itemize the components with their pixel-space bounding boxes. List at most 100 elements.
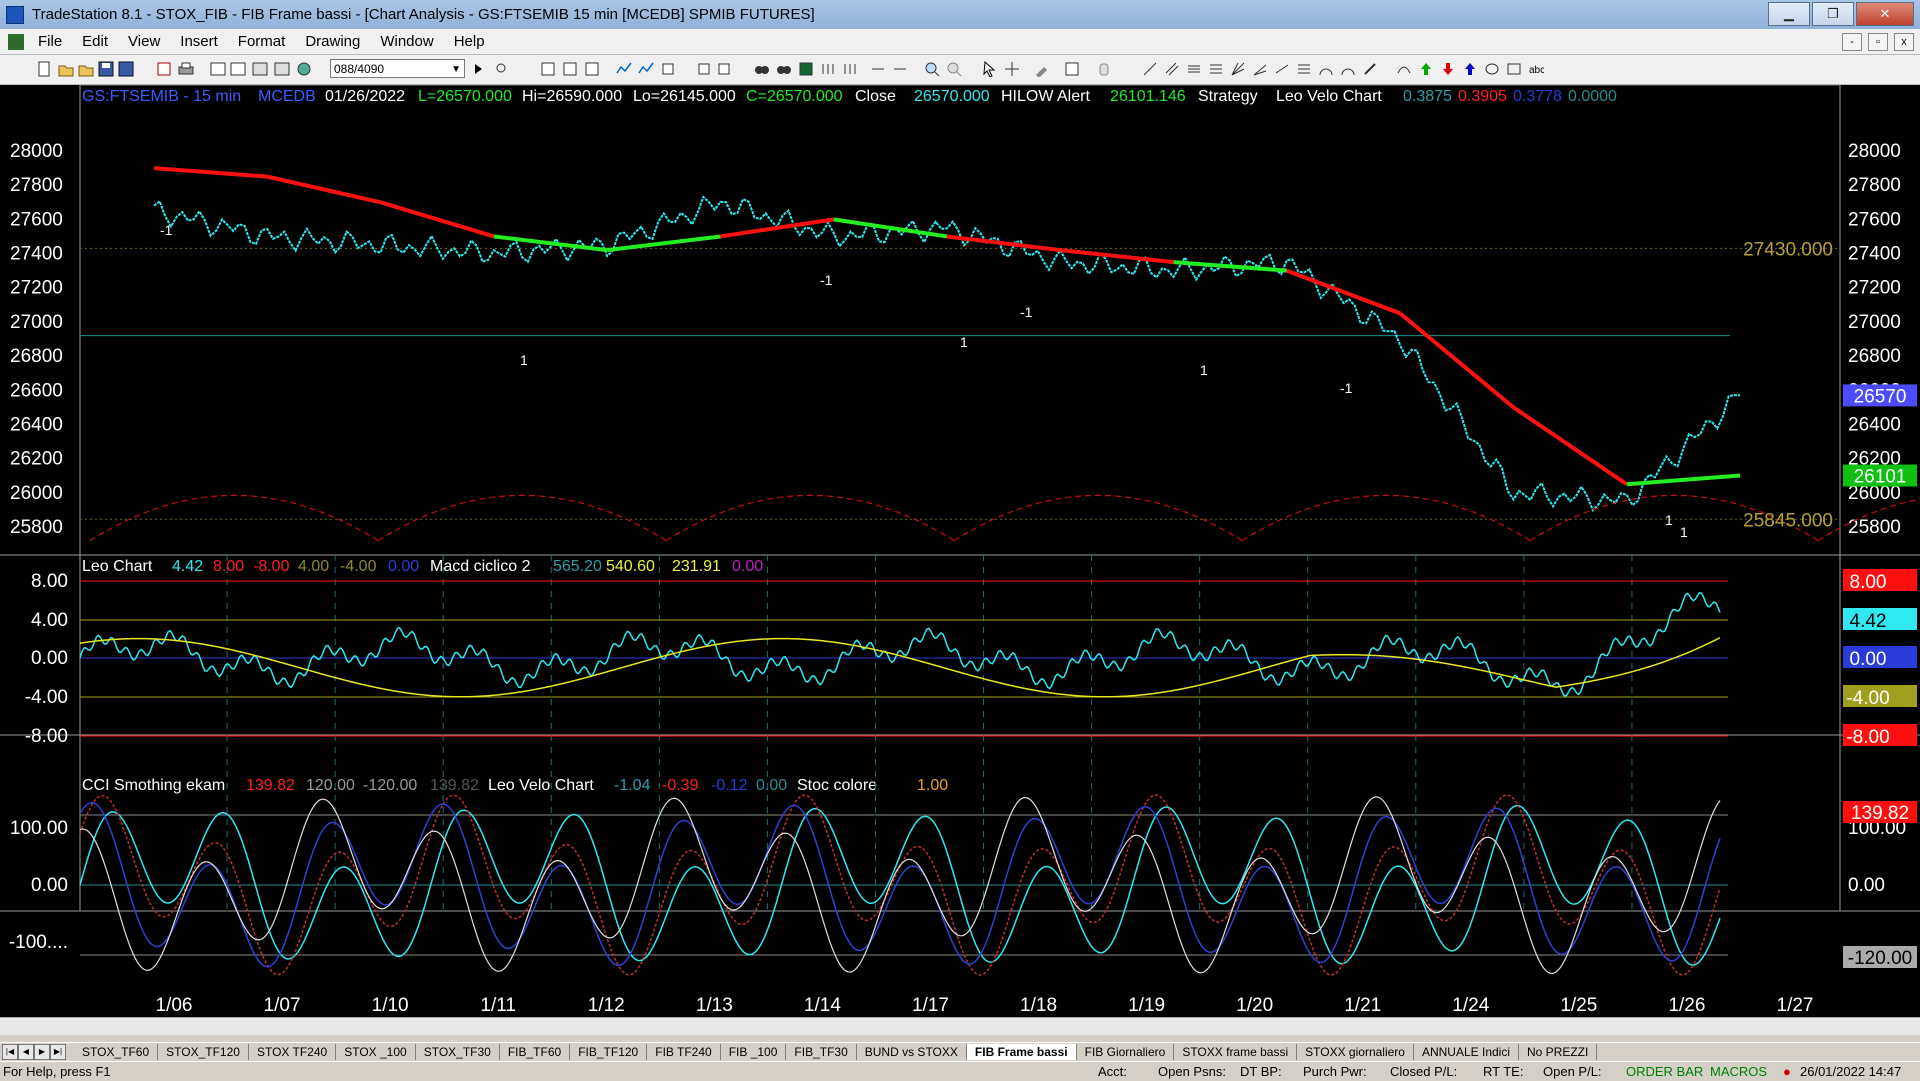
- tab-first-button[interactable]: |◀: [2, 1044, 18, 1060]
- chart-green-icon[interactable]: [798, 61, 814, 77]
- tab-fib-100[interactable]: FIB _100: [721, 1044, 787, 1060]
- play-icon[interactable]: [470, 61, 486, 77]
- trendline-icon[interactable]: [1142, 61, 1158, 77]
- matrix-icon[interactable]: [252, 61, 268, 77]
- tab-prev-button[interactable]: ◀: [18, 1044, 34, 1060]
- fib-arc-icon[interactable]: [1340, 61, 1356, 77]
- print-icon[interactable]: [178, 61, 194, 77]
- bar-chart-icon[interactable]: [540, 61, 556, 77]
- insert-strategy-icon[interactable]: [638, 61, 654, 77]
- pointer-icon[interactable]: [982, 61, 998, 77]
- mdi-minimize-button[interactable]: -: [1842, 33, 1862, 51]
- menu-window[interactable]: Window: [370, 33, 443, 50]
- chart-svg[interactable]: GS:FTSEMIB - 15 min MCEDB 01/26/2022 L=2…: [0, 85, 1920, 1028]
- tab-fib-tf120[interactable]: FIB_TF120: [570, 1044, 648, 1060]
- bars-back-combo[interactable]: 088/4090 ▼: [330, 59, 465, 78]
- tab-stoxx-frame-bassi[interactable]: STOXX frame bassi: [1174, 1044, 1298, 1060]
- menu-edit[interactable]: Edit: [72, 33, 118, 50]
- tab-no-prezzi[interactable]: No PREZZI: [1519, 1044, 1598, 1060]
- tab-last-button[interactable]: ▶|: [50, 1044, 66, 1060]
- line-chart-icon[interactable]: [584, 61, 600, 77]
- horizontal-lines-icon[interactable]: [1186, 61, 1202, 77]
- chart-area[interactable]: GS:FTSEMIB - 15 min MCEDB 01/26/2022 L=2…: [0, 85, 1920, 1028]
- menu-help[interactable]: Help: [444, 33, 495, 50]
- chart-window-icon[interactable]: [8, 33, 24, 50]
- zoom-in-icon[interactable]: [924, 61, 940, 77]
- tools-icon[interactable]: [1034, 61, 1050, 77]
- gann-fan-icon[interactable]: [1230, 61, 1246, 77]
- menu-insert[interactable]: Insert: [170, 33, 228, 50]
- regression-icon[interactable]: [1274, 61, 1290, 77]
- zoom-out-icon[interactable]: [946, 61, 962, 77]
- bars-back-value: 088/4090: [334, 62, 385, 76]
- speed-lines-icon[interactable]: [1252, 61, 1268, 77]
- tab-fib-tf240[interactable]: FIB TF240: [647, 1044, 721, 1060]
- maximize-button[interactable]: ❐: [1812, 2, 1854, 26]
- menu-view[interactable]: View: [118, 33, 170, 50]
- ellipse-icon[interactable]: [1484, 61, 1500, 77]
- save-all-icon[interactable]: [118, 61, 134, 77]
- red-arrow-down-icon[interactable]: [1440, 61, 1456, 77]
- blue-arrow-up-icon[interactable]: [1462, 61, 1478, 77]
- fibonacci-icon[interactable]: [1208, 61, 1224, 77]
- pencil-icon[interactable]: [1362, 61, 1378, 77]
- close-button[interactable]: ✕: [1856, 2, 1914, 26]
- mdi-close-button[interactable]: x: [1894, 33, 1914, 51]
- horizontal-scrollbar[interactable]: [0, 1017, 1920, 1035]
- arc-icon[interactable]: [1318, 61, 1334, 77]
- tab-stox-tf60[interactable]: STOX_TF60: [74, 1044, 159, 1060]
- radar-screen-icon[interactable]: [230, 61, 246, 77]
- tab-bund-vs-stoxx[interactable]: BUND vs STOXX: [857, 1044, 967, 1060]
- chart-window-new-icon[interactable]: [210, 61, 226, 77]
- andrews-pitchfork-icon[interactable]: [1296, 61, 1312, 77]
- tab-stox-tf240[interactable]: STOX TF240: [249, 1044, 337, 1060]
- scroll-forward-icon[interactable]: [842, 61, 858, 77]
- tab-fib-giornaliero[interactable]: FIB Giornaliero: [1077, 1044, 1175, 1060]
- format-icon[interactable]: [696, 61, 712, 77]
- menu-file[interactable]: File: [28, 33, 72, 50]
- open-workspace-icon[interactable]: [78, 61, 94, 77]
- expand-bars-icon[interactable]: [892, 61, 908, 77]
- insert-paintbar-icon[interactable]: [660, 61, 676, 77]
- tab-stoxx-giornaliero[interactable]: STOXX giornaliero: [1297, 1044, 1414, 1060]
- green-arrow-icon[interactable]: [1418, 61, 1434, 77]
- order-bar-button[interactable]: ORDER BAR: [1626, 1062, 1703, 1081]
- minimize-button[interactable]: ▁: [1768, 2, 1810, 26]
- binoculars-2-icon[interactable]: [776, 61, 792, 77]
- tab-stox-100[interactable]: STOX _100: [336, 1044, 416, 1060]
- globe-icon[interactable]: [296, 61, 312, 77]
- tab-fib-tf30[interactable]: FIB_TF30: [786, 1044, 857, 1060]
- compress-bars-icon[interactable]: [870, 61, 886, 77]
- parallel-lines-icon[interactable]: [1164, 61, 1180, 77]
- mdi-restore-button[interactable]: ▫: [1868, 33, 1888, 51]
- arc-tool-icon[interactable]: [1396, 61, 1412, 77]
- save-icon[interactable]: [98, 61, 114, 77]
- leo-value-label: 8.00: [1850, 572, 1887, 593]
- scroll-back-icon[interactable]: [820, 61, 836, 77]
- crosshair-icon[interactable]: [1004, 61, 1020, 77]
- text-tool-icon[interactable]: abc: [1528, 61, 1544, 77]
- rectangle-icon[interactable]: [1506, 61, 1522, 77]
- data-window-icon[interactable]: [1064, 61, 1080, 77]
- tab-stox-tf120[interactable]: STOX_TF120: [158, 1044, 249, 1060]
- insert-indicator-icon[interactable]: [616, 61, 632, 77]
- new-icon[interactable]: [36, 61, 52, 77]
- format-2-icon[interactable]: [716, 61, 732, 77]
- candlestick-icon[interactable]: [562, 61, 578, 77]
- tab-stox-tf30[interactable]: STOX_TF30: [416, 1044, 500, 1060]
- options-icon[interactable]: [274, 61, 290, 77]
- high-label: Hi=26590.000: [522, 88, 622, 105]
- hand-icon[interactable]: [1096, 61, 1112, 77]
- tab-annuale-indici[interactable]: ANNUALE Indici: [1414, 1044, 1519, 1060]
- symbol-lookup-icon[interactable]: [494, 61, 510, 77]
- chevron-down-icon[interactable]: ▼: [451, 60, 461, 79]
- macros-button[interactable]: MACROS: [1710, 1062, 1767, 1081]
- menu-format[interactable]: Format: [228, 33, 296, 50]
- tab-fib-tf60[interactable]: FIB_TF60: [500, 1044, 571, 1060]
- tab-fib-frame-bassi[interactable]: FIB Frame bassi: [966, 1044, 1077, 1060]
- binoculars-icon[interactable]: [754, 61, 770, 77]
- open-icon[interactable]: [58, 61, 74, 77]
- tab-next-button[interactable]: ▶: [34, 1044, 50, 1060]
- print-preview-icon[interactable]: [156, 61, 172, 77]
- menu-drawing[interactable]: Drawing: [295, 33, 370, 50]
